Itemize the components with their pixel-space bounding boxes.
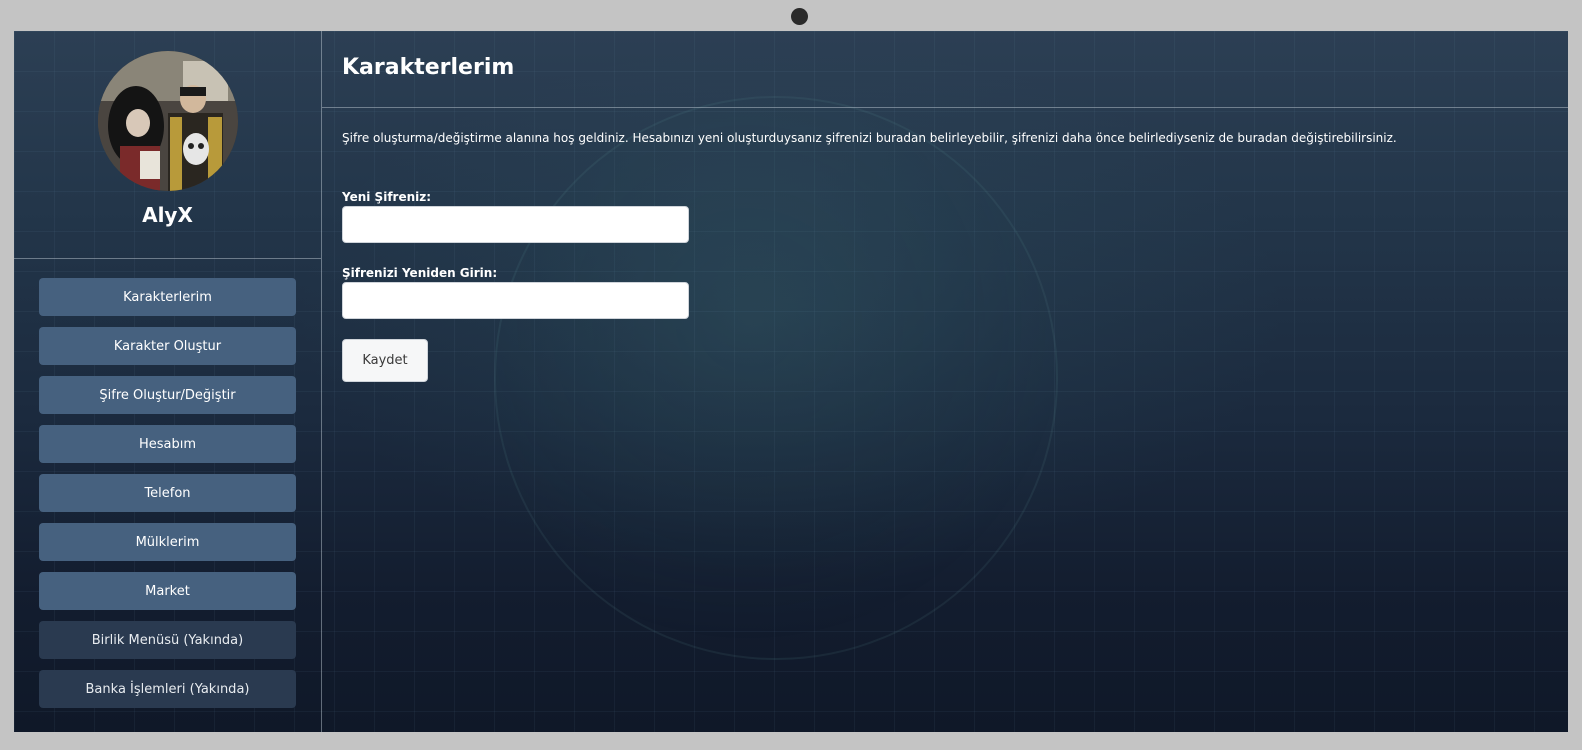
new-password-label: Yeni Şifreniz: <box>342 190 432 204</box>
frame-edge <box>1568 31 1582 732</box>
main-content: Karakterlerim Şifre oluşturma/değiştirme… <box>322 31 1568 732</box>
sidebar-item-telefon[interactable]: Telefon <box>39 474 296 512</box>
app-screen: AlyX Karakterlerim Karakter Oluştur Şifr… <box>14 31 1568 732</box>
new-password-input[interactable] <box>342 206 689 243</box>
sidebar-item-karakter-olustur[interactable]: Karakter Oluştur <box>39 327 296 365</box>
profile-panel: AlyX <box>14 31 321 259</box>
camera-dot <box>791 8 808 25</box>
sidebar-item-karakterlerim[interactable]: Karakterlerim <box>39 278 296 316</box>
content-header: Karakterlerim <box>322 31 1568 108</box>
confirm-password-label: Şifrenizi Yeniden Girin: <box>342 266 498 280</box>
save-button[interactable]: Kaydet <box>342 339 428 382</box>
sidebar-item-hesabim[interactable]: Hesabım <box>39 425 296 463</box>
avatar-image <box>98 51 238 191</box>
confirm-password-input[interactable] <box>342 282 689 319</box>
sidebar-item-market[interactable]: Market <box>39 572 296 610</box>
sidebar-item-mulklerim[interactable]: Mülklerim <box>39 523 296 561</box>
sidebar-item-sifre-olustur-degistir[interactable]: Şifre Oluştur/Değiştir <box>39 376 296 414</box>
sidebar-item-birlik-menusu[interactable]: Birlik Menüsü (Yakında) <box>39 621 296 659</box>
avatar <box>98 51 238 191</box>
intro-text: Şifre oluşturma/değiştirme alanına hoş g… <box>342 131 1397 145</box>
username: AlyX <box>142 203 193 227</box>
page-title: Karakterlerim <box>342 55 515 80</box>
sidebar: AlyX Karakterlerim Karakter Oluştur Şifr… <box>14 31 322 732</box>
sidebar-item-banka-islemleri[interactable]: Banka İşlemleri (Yakında) <box>39 670 296 708</box>
